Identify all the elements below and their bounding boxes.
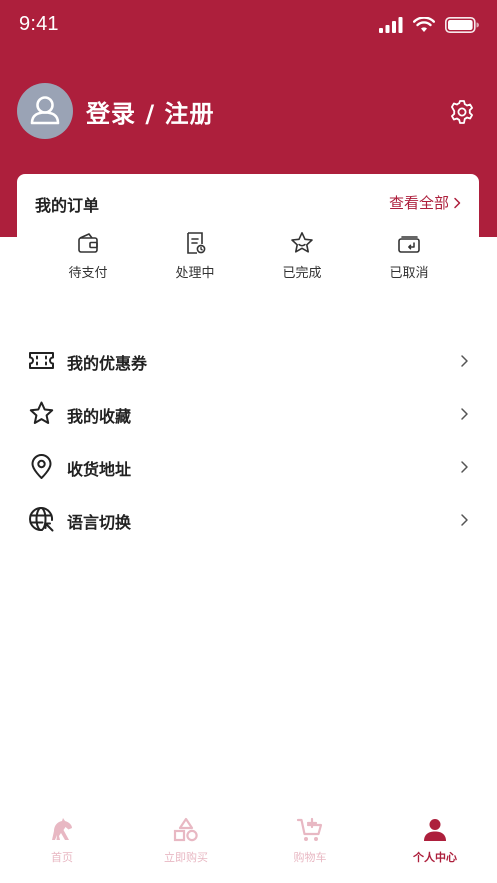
status-time: 9:41: [19, 13, 59, 35]
person-icon: [424, 819, 446, 841]
gear-icon: [451, 100, 473, 124]
star-completed-icon: [291, 232, 313, 253]
wifi-icon: [413, 17, 435, 32]
tab-label: 个人中心: [413, 851, 457, 864]
status-bar: 9:41: [0, 0, 497, 54]
my-orders-card: 我的订单 查看全部 待支付 处理中 已完成 已取消: [17, 174, 479, 292]
chevron-right-icon: [454, 197, 461, 208]
tab-label: 购物车: [293, 851, 327, 864]
star-icon: [29, 401, 54, 424]
status-icons: [379, 17, 479, 33]
document-processing-icon: [187, 232, 206, 254]
order-status-label: 待支付: [68, 266, 108, 281]
cart-icon: [296, 817, 323, 841]
signal-icon: [379, 17, 403, 33]
avatar[interactable]: [17, 83, 73, 139]
order-status-processing[interactable]: 处理中: [155, 230, 235, 286]
order-status-pending[interactable]: 待支付: [48, 230, 128, 286]
view-all-label: 查看全部: [388, 194, 449, 212]
tab-personal-center[interactable]: 个人中心: [373, 816, 497, 876]
profile-menu-list: 我的优惠券 我的收藏 收货地址 语言切换: [0, 334, 497, 546]
user-avatar-icon: [30, 96, 60, 125]
my-orders-title: 我的订单: [35, 196, 100, 215]
globe-icon: [29, 507, 54, 532]
tab-home[interactable]: 首页: [0, 816, 124, 876]
order-status-row: 待支付 处理中 已完成 已取消: [17, 230, 479, 286]
menu-item-language[interactable]: 语言切换: [0, 493, 497, 546]
coupon-icon: [29, 352, 54, 369]
order-status-label: 已完成: [282, 266, 322, 281]
chevron-right-icon: [461, 355, 468, 367]
menu-item-label: 我的收藏: [67, 407, 132, 426]
order-status-cancelled[interactable]: 已取消: [369, 230, 449, 286]
wallet-cancel-icon: [398, 236, 420, 253]
chevron-right-icon: [461, 514, 468, 526]
chevron-right-icon: [461, 461, 468, 473]
view-all-orders-link[interactable]: 查看全部: [389, 192, 461, 213]
wallet-icon: [78, 233, 98, 253]
menu-item-label: 语言切换: [67, 513, 132, 532]
order-status-label: 处理中: [175, 266, 215, 281]
order-status-completed[interactable]: 已完成: [262, 230, 342, 286]
order-status-label: 已取消: [389, 266, 429, 281]
tab-buy-now[interactable]: 立即购买: [124, 816, 248, 876]
tab-cart[interactable]: 购物车: [248, 816, 372, 876]
shapes-icon: [173, 817, 198, 842]
location-pin-icon: [31, 454, 52, 479]
horse-icon: [52, 818, 72, 840]
bottom-tab-bar: 首页 立即购买 购物车 个人中心: [0, 808, 497, 883]
menu-item-coupons[interactable]: 我的优惠券: [0, 334, 497, 387]
menu-item-favorites[interactable]: 我的收藏: [0, 387, 497, 440]
tab-label: 首页: [51, 851, 73, 864]
chevron-right-icon: [461, 408, 468, 420]
menu-item-label: 收货地址: [67, 460, 132, 479]
settings-button[interactable]: [448, 98, 476, 126]
battery-icon: [445, 17, 479, 33]
tab-label: 立即购买: [164, 851, 208, 864]
login-register-link[interactable]: 登录 / 注册: [86, 94, 214, 129]
menu-item-address[interactable]: 收货地址: [0, 440, 497, 493]
menu-item-label: 我的优惠券: [67, 354, 148, 373]
